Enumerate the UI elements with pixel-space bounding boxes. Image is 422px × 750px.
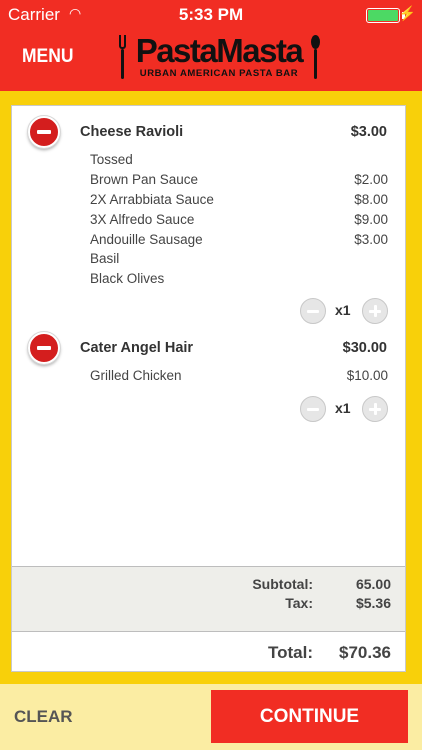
modifier-row: 3X Alfredo Sauce $9.00 bbox=[90, 212, 388, 232]
modifier-price: $8.00 bbox=[354, 192, 388, 207]
quantity-value: x1 bbox=[335, 400, 351, 416]
item-name: Cater Angel Hair bbox=[80, 340, 194, 356]
pastamasta-logo: PastaMasta URBAN AMERICAN PASTA BAR bbox=[115, 33, 320, 81]
total-value: $70.36 bbox=[339, 643, 391, 662]
fork-icon bbox=[119, 35, 126, 79]
modifier-name: Grilled Chicken bbox=[90, 368, 182, 383]
totals-panel: Subtotal: 65.00 Tax: $5.36 bbox=[12, 566, 405, 632]
modifier-name: Andouille Sausage bbox=[90, 232, 203, 247]
tax-row: Tax: $5.36 bbox=[12, 595, 405, 613]
modifier-row: Tossed bbox=[90, 152, 388, 172]
logo-tagline: URBAN AMERICAN PASTA BAR bbox=[139, 68, 299, 79]
app-header: Carrier ◠ 5:33 PM ⚡ MENU PastaMasta URBA… bbox=[0, 0, 422, 91]
modifier-row: 2X Arrabbiata Sauce $8.00 bbox=[90, 192, 388, 212]
clear-button[interactable]: CLEAR bbox=[14, 707, 73, 727]
quantity-stepper: x1 bbox=[300, 396, 390, 422]
footer-bar: CLEAR CONTINUE bbox=[0, 684, 422, 750]
modifier-name: Tossed bbox=[90, 152, 133, 167]
subtotal-value: 65.00 bbox=[355, 576, 391, 592]
modifier-row: Brown Pan Sauce $2.00 bbox=[90, 172, 388, 192]
modifier-price: $2.00 bbox=[354, 172, 388, 187]
item-price: $30.00 bbox=[342, 340, 387, 356]
tax-value: $5.36 bbox=[355, 595, 391, 611]
continue-button[interactable]: CONTINUE bbox=[211, 690, 408, 743]
modifier-name: Brown Pan Sauce bbox=[90, 172, 199, 187]
subtotal-label: Subtotal: bbox=[252, 576, 313, 592]
cart-item: Cater Angel Hair $30.00 bbox=[12, 331, 405, 365]
remove-item-button[interactable] bbox=[27, 331, 61, 365]
modifier-row: Black Olives bbox=[90, 271, 388, 291]
battery-icon bbox=[366, 8, 400, 23]
subtotal-row: Subtotal: 65.00 bbox=[12, 576, 405, 594]
clock: 5:33 PM bbox=[178, 5, 244, 24]
modifier-row: Grilled Chicken $10.00 bbox=[90, 368, 388, 388]
cart-card: Cheese Ravioli $3.00 Tossed Brown Pan Sa… bbox=[11, 105, 406, 672]
item-price: $3.00 bbox=[350, 124, 387, 140]
cart-item: Cheese Ravioli $3.00 bbox=[12, 115, 405, 149]
status-bar: Carrier ◠ 5:33 PM ⚡ bbox=[0, 0, 422, 30]
item-name: Cheese Ravioli bbox=[80, 124, 184, 140]
logo-name: PastaMasta bbox=[135, 32, 304, 69]
total-label: Total: bbox=[267, 643, 313, 662]
modifier-row: Basil bbox=[90, 251, 388, 271]
modifier-name: Basil bbox=[90, 251, 120, 266]
modifier-price: $3.00 bbox=[354, 232, 388, 247]
charging-bolt-icon: ⚡ bbox=[398, 5, 416, 21]
modifier-name: 2X Arrabbiata Sauce bbox=[90, 192, 214, 207]
remove-item-button[interactable] bbox=[27, 115, 61, 149]
decrease-quantity-button[interactable] bbox=[300, 298, 326, 324]
total-row: Total: $70.36 bbox=[12, 633, 405, 671]
quantity-value: x1 bbox=[335, 302, 351, 318]
modifier-price: $10.00 bbox=[346, 368, 388, 383]
increase-quantity-button[interactable] bbox=[362, 396, 388, 422]
increase-quantity-button[interactable] bbox=[362, 298, 388, 324]
modifier-row: Andouille Sausage $3.00 bbox=[90, 232, 388, 252]
decrease-quantity-button[interactable] bbox=[300, 396, 326, 422]
quantity-stepper: x1 bbox=[300, 298, 390, 324]
modifier-name: Black Olives bbox=[90, 271, 165, 286]
modifier-price: $9.00 bbox=[354, 212, 388, 227]
modifier-name: 3X Alfredo Sauce bbox=[90, 212, 195, 227]
spoon-icon bbox=[311, 35, 320, 79]
tax-label: Tax: bbox=[285, 595, 313, 611]
menu-button[interactable]: MENU bbox=[22, 46, 73, 68]
